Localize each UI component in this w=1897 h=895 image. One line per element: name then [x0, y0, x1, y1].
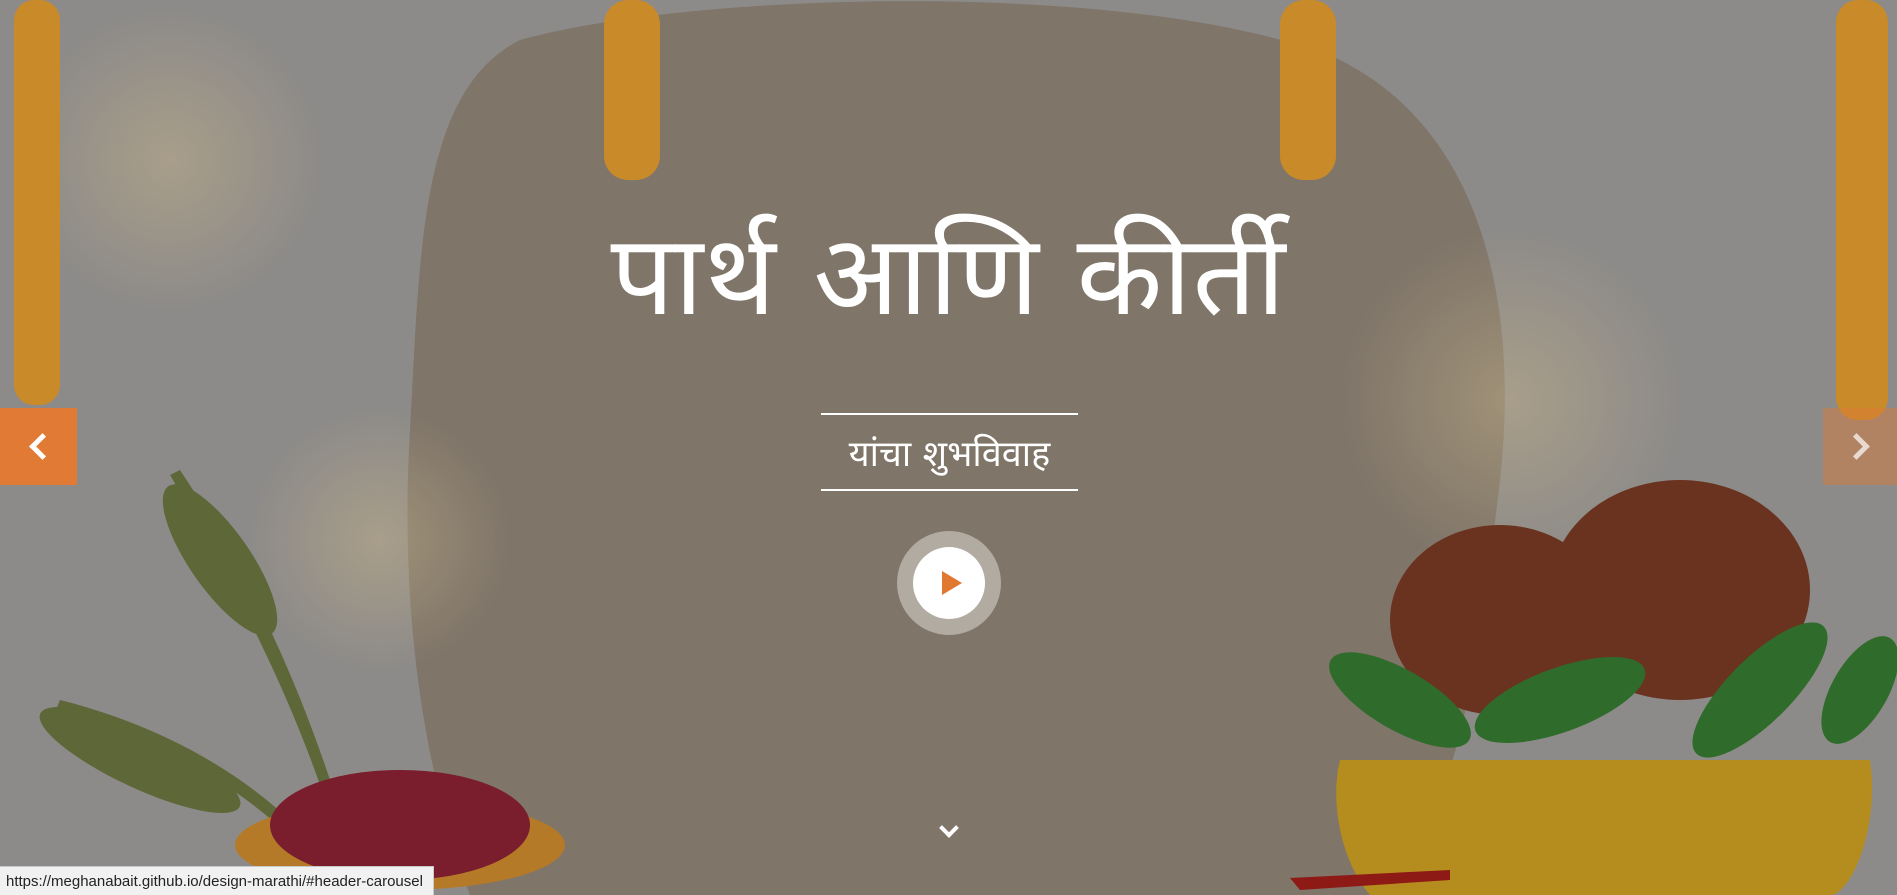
- play-icon: [942, 571, 962, 595]
- chevron-down-icon: [939, 818, 959, 838]
- couple-names-title: पार्थ आणि कीर्ती: [610, 211, 1287, 341]
- carousel-prev-button[interactable]: [0, 408, 77, 485]
- status-url: https://meghanabait.github.io/design-mar…: [6, 872, 423, 890]
- chevron-right-icon: [1842, 433, 1870, 460]
- scroll-down-button[interactable]: [938, 818, 960, 842]
- carousel-next-button[interactable]: [1823, 408, 1897, 485]
- browser-status-bar: https://meghanabait.github.io/design-mar…: [0, 866, 434, 895]
- play-button-circle: [913, 547, 985, 619]
- play-video-button[interactable]: [897, 531, 1001, 635]
- subtitle-frame: यांचा शुभविवाह: [821, 413, 1078, 491]
- header-carousel: पार्थ आणि कीर्ती यांचा शुभविवाह https://…: [0, 0, 1897, 895]
- chevron-left-icon: [29, 433, 56, 460]
- wedding-subtitle: यांचा शुभविवाह: [848, 433, 1051, 475]
